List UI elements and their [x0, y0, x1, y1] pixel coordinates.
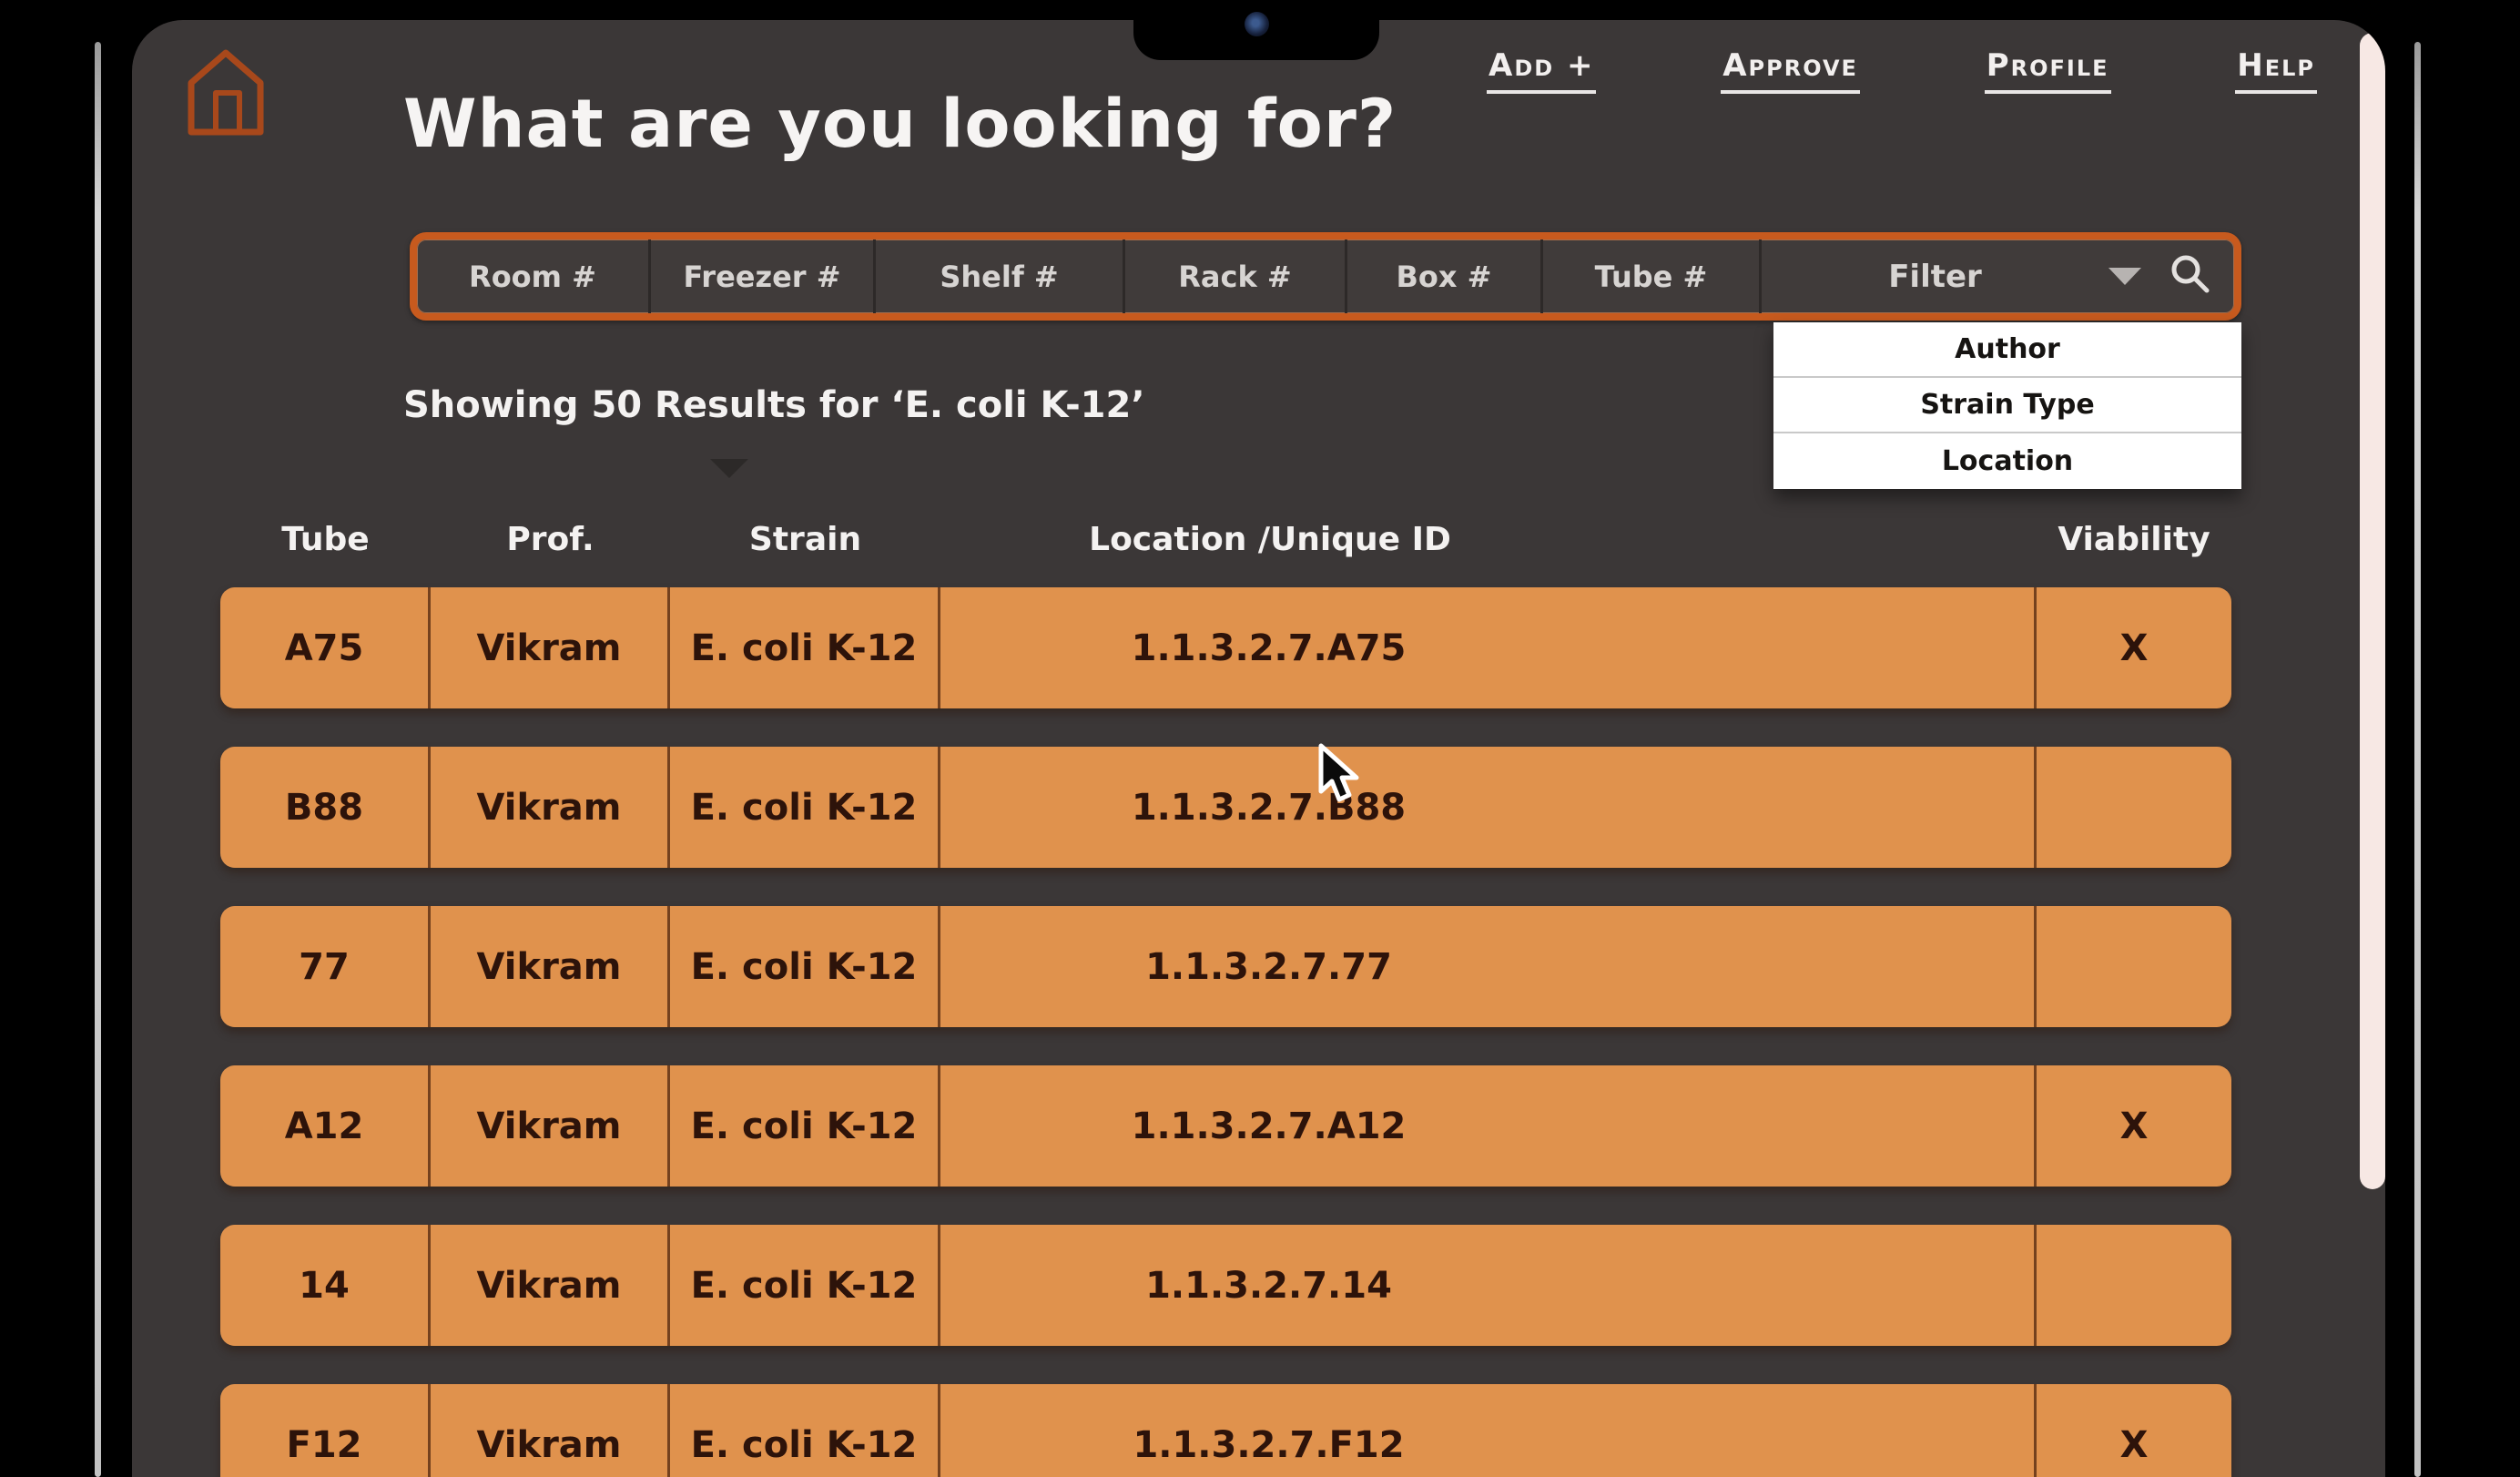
cell-viability — [2037, 906, 2231, 1027]
device-edge-right — [2414, 42, 2421, 1477]
cell-viability: X — [2037, 1384, 2231, 1477]
search-segment-rack[interactable]: Rack # — [1125, 239, 1347, 313]
dropdown-item-author[interactable]: Author — [1773, 322, 2241, 378]
cell-location: 1.1.3.2.7.77 — [940, 906, 2037, 1027]
results-table: A75 Vikram E. coli K-12 1.1.3.2.7.A75 X … — [220, 587, 2231, 1477]
cell-strain: E. coli K-12 — [670, 587, 940, 708]
table-row[interactable]: B88 Vikram E. coli K-12 1.1.3.2.7.B88 — [220, 747, 2231, 868]
results-summary: Showing 50 Results for ‘E. coli K-12’ — [403, 384, 1145, 426]
cell-tube: A12 — [220, 1065, 431, 1187]
filter-label: Filter — [1762, 259, 2108, 295]
chevron-down-icon — [2108, 268, 2141, 285]
header-location: Location /Unique ID — [940, 521, 2037, 558]
device-edge-left — [95, 42, 101, 1477]
cell-tube: F12 — [220, 1384, 431, 1477]
cell-prof: Vikram — [431, 747, 670, 868]
search-segment-freezer[interactable]: Freezer # — [651, 239, 876, 313]
dropdown-item-location[interactable]: Location — [1773, 433, 2241, 489]
dropdown-item-strain-type[interactable]: Strain Type — [1773, 378, 2241, 433]
scrollbar-thumb[interactable] — [2360, 33, 2385, 1189]
table-row[interactable]: F12 Vikram E. coli K-12 1.1.3.2.7.F12 X — [220, 1384, 2231, 1477]
nav-profile-button[interactable]: Profile — [1985, 47, 2111, 94]
nav-help-button[interactable]: Help — [2235, 47, 2317, 94]
cell-strain: E. coli K-12 — [670, 1225, 940, 1346]
table-row[interactable]: 77 Vikram E. coli K-12 1.1.3.2.7.77 — [220, 906, 2231, 1027]
cell-tube: 14 — [220, 1225, 431, 1346]
cell-viability — [2037, 747, 2231, 868]
cell-prof: Vikram — [431, 1225, 670, 1346]
cell-prof: Vikram — [431, 587, 670, 708]
camera-icon — [1245, 12, 1269, 36]
nav-approve-button[interactable]: Approve — [1721, 47, 1860, 94]
cell-viability: X — [2037, 1065, 2231, 1187]
cell-prof: Vikram — [431, 1065, 670, 1187]
search-icon[interactable] — [2169, 252, 2210, 301]
cell-location: 1.1.3.2.7.B88 — [940, 747, 2037, 868]
cell-location: 1.1.3.2.7.14 — [940, 1225, 2037, 1346]
device-frame: What are you looking for? Add + Approve … — [0, 0, 2520, 1477]
home-button[interactable] — [183, 46, 269, 140]
cell-location: 1.1.3.2.7.A12 — [940, 1065, 2037, 1187]
cell-viability: X — [2037, 587, 2231, 708]
header-viability: Viability — [2037, 521, 2231, 558]
search-segment-shelf[interactable]: Shelf # — [876, 239, 1125, 313]
filter-dropdown-menu: Author Strain Type Location — [1773, 322, 2241, 489]
app-screen: What are you looking for? Add + Approve … — [132, 20, 2385, 1477]
cell-location: 1.1.3.2.7.A75 — [940, 587, 2037, 708]
cell-viability — [2037, 1225, 2231, 1346]
cell-strain: E. coli K-12 — [670, 1384, 940, 1477]
cell-strain: E. coli K-12 — [670, 747, 940, 868]
camera-notch — [1133, 0, 1379, 60]
home-icon — [183, 127, 269, 144]
table-row[interactable]: A75 Vikram E. coli K-12 1.1.3.2.7.A75 X — [220, 587, 2231, 708]
nav-add-button[interactable]: Add + — [1487, 47, 1596, 94]
page-title: What are you looking for? — [403, 86, 1397, 163]
table-row[interactable]: 14 Vikram E. coli K-12 1.1.3.2.7.14 — [220, 1225, 2231, 1346]
cell-strain: E. coli K-12 — [670, 906, 940, 1027]
top-nav: Add + Approve Profile Help — [1487, 47, 2317, 94]
header-tube: Tube — [220, 521, 431, 558]
cell-tube: B88 — [220, 747, 431, 868]
table-row[interactable]: A12 Vikram E. coli K-12 1.1.3.2.7.A12 X — [220, 1065, 2231, 1187]
cell-location: 1.1.3.2.7.F12 — [940, 1384, 2037, 1477]
search-bar: Room # Freezer # Shelf # Rack # Box # Tu… — [410, 232, 2241, 321]
cell-tube: A75 — [220, 587, 431, 708]
filter-dropdown-button[interactable]: Filter — [1762, 239, 2234, 313]
mouse-cursor-icon — [1316, 742, 1372, 811]
search-segment-tube[interactable]: Tube # — [1543, 239, 1762, 313]
collapse-triangle-icon[interactable] — [710, 459, 748, 478]
cell-prof: Vikram — [431, 906, 670, 1027]
cell-prof: Vikram — [431, 1384, 670, 1477]
header-prof: Prof. — [431, 521, 670, 558]
header-strain: Strain — [670, 521, 940, 558]
cell-strain: E. coli K-12 — [670, 1065, 940, 1187]
search-segment-box[interactable]: Box # — [1347, 239, 1543, 313]
search-segment-room[interactable]: Room # — [417, 239, 651, 313]
cell-tube: 77 — [220, 906, 431, 1027]
table-header-row: Tube Prof. Strain Location /Unique ID Vi… — [220, 521, 2231, 558]
